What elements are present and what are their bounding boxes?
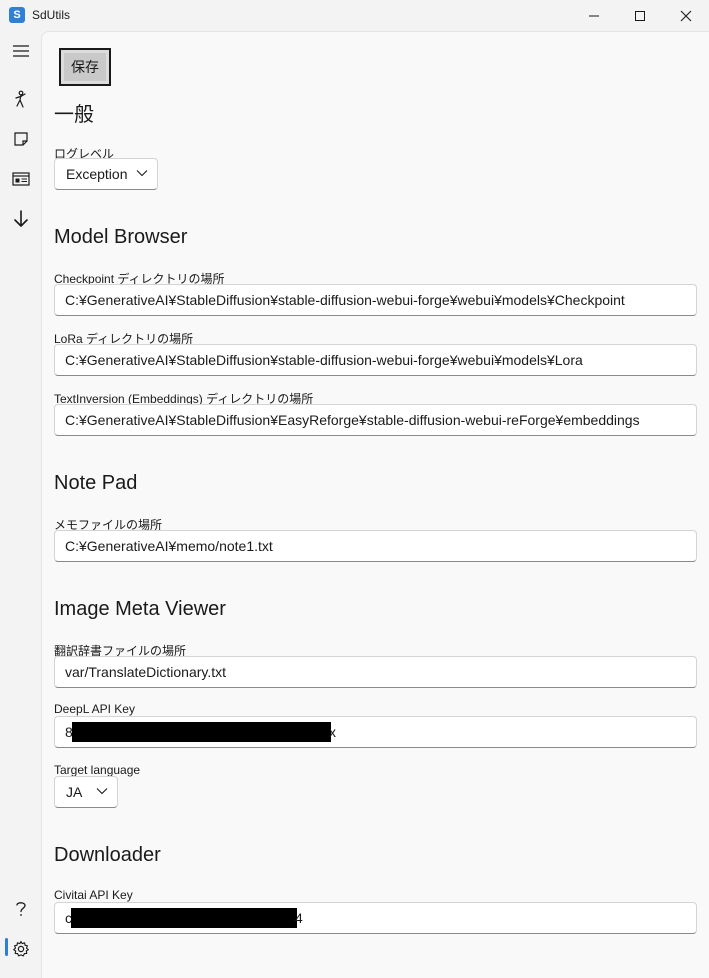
nav-help-button[interactable] xyxy=(4,892,38,926)
menu-icon xyxy=(13,45,29,57)
image-meta-icon xyxy=(12,172,30,186)
section-heading-image-meta-viewer: Image Meta Viewer xyxy=(54,598,226,620)
nav-item-note-pad[interactable] xyxy=(4,122,38,156)
nav-menu-button[interactable] xyxy=(4,34,38,68)
settings-icon xyxy=(13,940,29,957)
redaction-bar xyxy=(72,722,331,742)
section-heading-general: 一般 xyxy=(54,104,94,126)
person-pose-icon xyxy=(15,90,26,108)
loglevel-value: Exception xyxy=(66,166,128,182)
target-language-label: Target language xyxy=(54,763,141,777)
minimize-icon xyxy=(589,15,599,16)
civitai-api-key-field[interactable]: c 4 xyxy=(54,902,697,934)
section-heading-model-browser: Model Browser xyxy=(54,226,188,248)
embeddings-dir-field[interactable]: C:¥GenerativeAI¥StableDiffusion¥EasyRefo… xyxy=(54,404,697,436)
chevron-down-icon xyxy=(136,170,148,177)
maximize-button[interactable] xyxy=(617,0,663,31)
save-button[interactable]: 保存 xyxy=(59,48,111,86)
civitai-api-key-label: Civitai API Key xyxy=(54,888,133,902)
title-bar: S SdUtils xyxy=(0,0,709,31)
nav-settings-button[interactable] xyxy=(4,932,38,966)
chevron-down-icon xyxy=(96,788,108,795)
close-button[interactable] xyxy=(663,0,709,31)
section-heading-downloader: Downloader xyxy=(54,844,161,866)
settings-page: 保存 一般 ログレベル Exception Model Browser Chec… xyxy=(41,31,709,978)
window-title: SdUtils xyxy=(32,8,71,22)
nav-item-model-browser[interactable] xyxy=(4,82,38,116)
nav-item-downloader[interactable] xyxy=(4,202,38,236)
help-icon xyxy=(16,902,26,916)
civitai-key-suffix: 4 xyxy=(295,910,303,926)
maximize-icon xyxy=(635,10,645,21)
section-heading-note-pad: Note Pad xyxy=(54,472,138,494)
app-icon: S xyxy=(9,7,25,23)
note-icon xyxy=(14,132,28,146)
close-icon xyxy=(680,10,692,21)
loglevel-select[interactable]: Exception xyxy=(54,158,158,190)
nav-item-image-meta-viewer[interactable] xyxy=(4,162,38,196)
checkpoint-dir-field[interactable]: C:¥GenerativeAI¥StableDiffusion¥stable-d… xyxy=(54,284,697,316)
nav-pane xyxy=(0,31,41,978)
target-language-select[interactable]: JA xyxy=(54,776,118,808)
save-button-label: 保存 xyxy=(64,53,106,81)
minimize-button[interactable] xyxy=(571,0,617,31)
deepl-api-key-field[interactable]: 8 x xyxy=(54,716,697,748)
deepl-api-key-label: DeepL API Key xyxy=(54,702,135,716)
deepl-key-suffix: x xyxy=(329,724,336,740)
memo-file-field[interactable]: C:¥GenerativeAI¥memo/note1.txt xyxy=(54,530,697,562)
redaction-bar xyxy=(71,908,297,928)
download-arrow-icon xyxy=(14,210,28,227)
target-language-value: JA xyxy=(66,784,83,800)
dictionary-file-field[interactable]: var/TranslateDictionary.txt xyxy=(54,656,697,688)
lora-dir-field[interactable]: C:¥GenerativeAI¥StableDiffusion¥stable-d… xyxy=(54,344,697,376)
